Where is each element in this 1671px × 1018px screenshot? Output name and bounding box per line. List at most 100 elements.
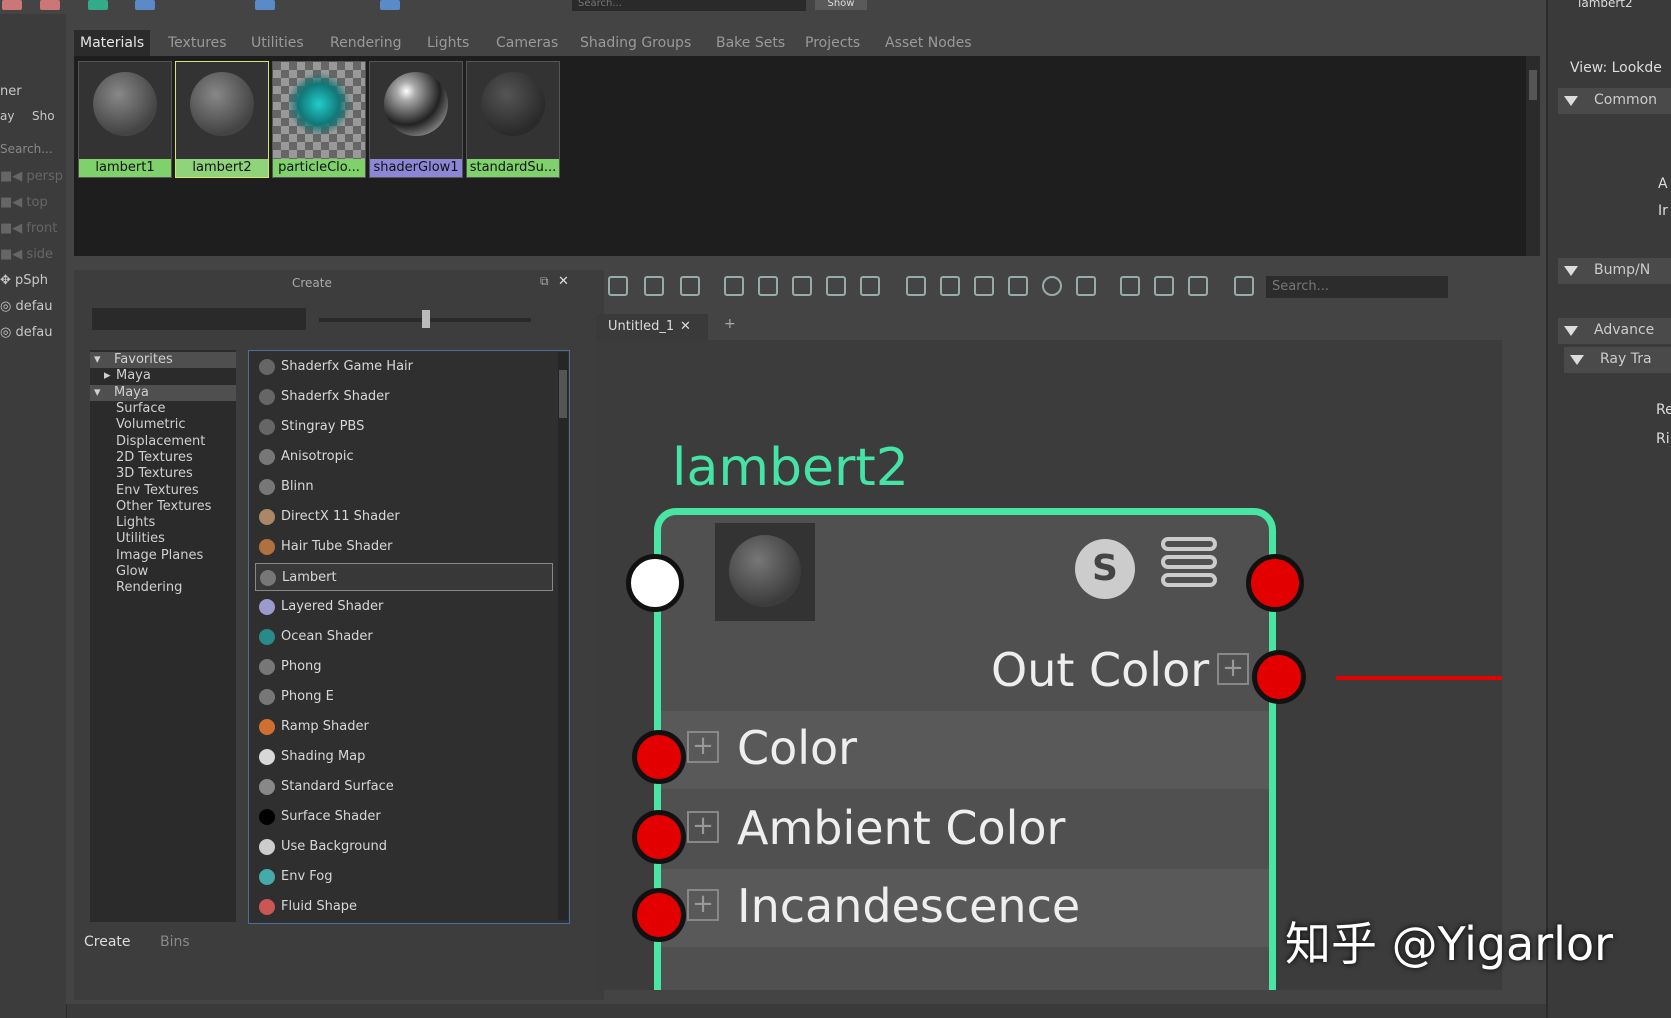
outliner-item-object[interactable]: ◎ defau (0, 299, 53, 314)
rearrange-icon[interactable] (860, 276, 880, 296)
category-favorites[interactable]: ▾ Favorites (90, 352, 236, 368)
lambert-node[interactable]: S Out Color + + Color + Ambient Color + … (654, 508, 1276, 990)
output-port[interactable] (1246, 554, 1304, 612)
node-list-item[interactable]: Anisotropic (255, 443, 551, 471)
node-list-item[interactable]: Stingray PBS (255, 413, 551, 441)
node-list-item[interactable]: Hair Tube Shader (255, 533, 551, 561)
outliner-item-camera[interactable]: ■◀ side (0, 247, 53, 262)
category-item[interactable]: Volumetric (90, 417, 236, 433)
input-connections-icon[interactable] (608, 276, 628, 296)
node-list-scrollbar[interactable] (558, 352, 568, 920)
category-maya-favorites[interactable]: ▸ Maya (90, 368, 236, 384)
category-item[interactable]: Env Textures (90, 483, 236, 499)
toolbar-icon[interactable] (88, 0, 108, 10)
tab-textures[interactable]: Textures (162, 30, 233, 56)
tab-shading-groups[interactable]: Shading Groups (574, 30, 697, 56)
add-selected-icon[interactable] (758, 276, 778, 296)
toolbar-icon[interactable] (380, 0, 400, 10)
category-item[interactable]: Surface (90, 401, 236, 417)
node-list-item[interactable]: Blinn (255, 473, 551, 501)
tab-rendering[interactable]: Rendering (324, 30, 408, 56)
node-list-item[interactable]: Env Fog (255, 863, 551, 891)
simple-mode-icon[interactable] (906, 276, 926, 296)
ambient-color-input-port[interactable] (632, 810, 686, 864)
outliner-item-camera[interactable]: ■◀ persp (0, 169, 63, 184)
tab-cameras[interactable]: Cameras (490, 30, 564, 56)
category-item[interactable]: Glow (90, 564, 236, 580)
toolbar-icon[interactable] (40, 0, 60, 10)
frame-selected-icon[interactable] (724, 276, 744, 296)
scrollbar-thumb[interactable] (1529, 70, 1537, 100)
node-list-item[interactable]: Use Background (255, 833, 551, 861)
section-advanced[interactable]: Advance (1558, 318, 1671, 344)
node-list-item[interactable]: Layered Shader (255, 593, 551, 621)
node-list-item[interactable]: Shaderfx Shader (255, 383, 551, 411)
material-swatch[interactable]: particleClo... (272, 61, 366, 178)
remove-selected-icon[interactable] (792, 276, 812, 296)
node-list-item[interactable]: Phong (255, 653, 551, 681)
attribute-row-incandescence[interactable]: + Incandescence (661, 869, 1269, 947)
node-graph-canvas[interactable]: lambert2 S Out Color + + Color + Ambient… (596, 340, 1502, 990)
category-item[interactable]: 3D Textures (90, 466, 236, 482)
toolbar-icon[interactable] (255, 0, 275, 10)
tab-materials[interactable]: Materials (74, 30, 151, 56)
outliner-item-object[interactable]: ◎ defau (0, 325, 53, 340)
show-button[interactable]: Show (815, 0, 867, 10)
output-connections-icon[interactable] (680, 276, 700, 296)
close-tab-icon[interactable]: ✕ (680, 314, 691, 340)
bookmark-icon[interactable] (1188, 276, 1208, 296)
expand-plus-icon[interactable]: + (687, 731, 719, 763)
outliner-menu-fragment[interactable]: ay (0, 109, 14, 123)
settings-icon[interactable] (1234, 276, 1254, 296)
grid-icon[interactable] (1120, 276, 1140, 296)
attribute-row-ambient-color[interactable]: + Ambient Color (661, 791, 1269, 869)
node-list-item[interactable]: Ramp Shader (255, 713, 551, 741)
section-ray-trace[interactable]: Ray Tra (1564, 347, 1671, 373)
input-output-connections-icon[interactable] (644, 276, 664, 296)
attribute-row-out-color[interactable]: Out Color + (661, 633, 1269, 711)
close-panel-icon[interactable]: ✕ (558, 274, 569, 289)
material-swatch-selected[interactable]: lambert2 (175, 61, 269, 178)
node-list-item[interactable]: Lambert (255, 563, 553, 591)
graph-search-input[interactable]: Search... (1266, 276, 1448, 298)
category-item[interactable]: Rendering (90, 580, 236, 596)
tab-asset-nodes[interactable]: Asset Nodes (879, 30, 978, 56)
attribute-list-icon[interactable] (1161, 537, 1221, 601)
category-maya[interactable]: ▾ Maya (90, 385, 236, 401)
node-list-item[interactable]: Shading Map (255, 743, 551, 771)
float-panel-icon[interactable]: ⧉ (540, 274, 549, 289)
snap-icon[interactable] (1154, 276, 1174, 296)
node-list-item[interactable]: Shaderfx Game Hair (255, 353, 551, 381)
incandescence-input-port[interactable] (632, 888, 686, 942)
connected-mode-icon[interactable] (940, 276, 960, 296)
category-item[interactable]: Displacement (90, 434, 236, 450)
expand-plus-icon[interactable]: + (687, 889, 719, 921)
tab-projects[interactable]: Projects (799, 30, 866, 56)
category-item[interactable]: Lights (90, 515, 236, 531)
attribute-editor-tab[interactable]: lambert2 (1578, 0, 1633, 10)
node-list-item[interactable]: Standard Surface (255, 773, 551, 801)
out-color-port[interactable] (1252, 650, 1306, 704)
material-swatch[interactable]: standardSu... (466, 61, 560, 178)
category-item[interactable]: Other Textures (90, 499, 236, 515)
outliner-menu-show[interactable]: Sho (32, 109, 55, 123)
tab-bins[interactable]: Bins (160, 934, 190, 950)
outliner-item-object[interactable]: ✥ pSph (0, 273, 48, 288)
outliner-search-input[interactable]: Search... (0, 142, 53, 156)
toolbar-icon[interactable] (135, 0, 155, 10)
create-search-input[interactable] (92, 308, 306, 330)
shading-badge-icon[interactable]: S (1075, 539, 1135, 599)
tab-lights[interactable]: Lights (421, 30, 475, 56)
scrollbar-thumb[interactable] (559, 370, 567, 418)
node-list-item[interactable]: Surface Shader (255, 803, 551, 831)
expand-plus-icon[interactable]: + (687, 811, 719, 843)
node-list-item[interactable]: Phong E (255, 683, 551, 711)
slider-handle[interactable] (422, 310, 430, 328)
material-swatch[interactable]: shaderGlow1 (369, 61, 463, 178)
attribute-row-color[interactable]: + Color (661, 711, 1269, 789)
tab-untitled[interactable]: Untitled_1 ✕ (596, 314, 708, 340)
category-item[interactable]: Utilities (90, 531, 236, 547)
swatch-toggle-icon[interactable] (1076, 276, 1096, 296)
outliner-item-camera[interactable]: ■◀ front (0, 221, 57, 236)
top-search-input[interactable]: Search... (572, 0, 806, 11)
